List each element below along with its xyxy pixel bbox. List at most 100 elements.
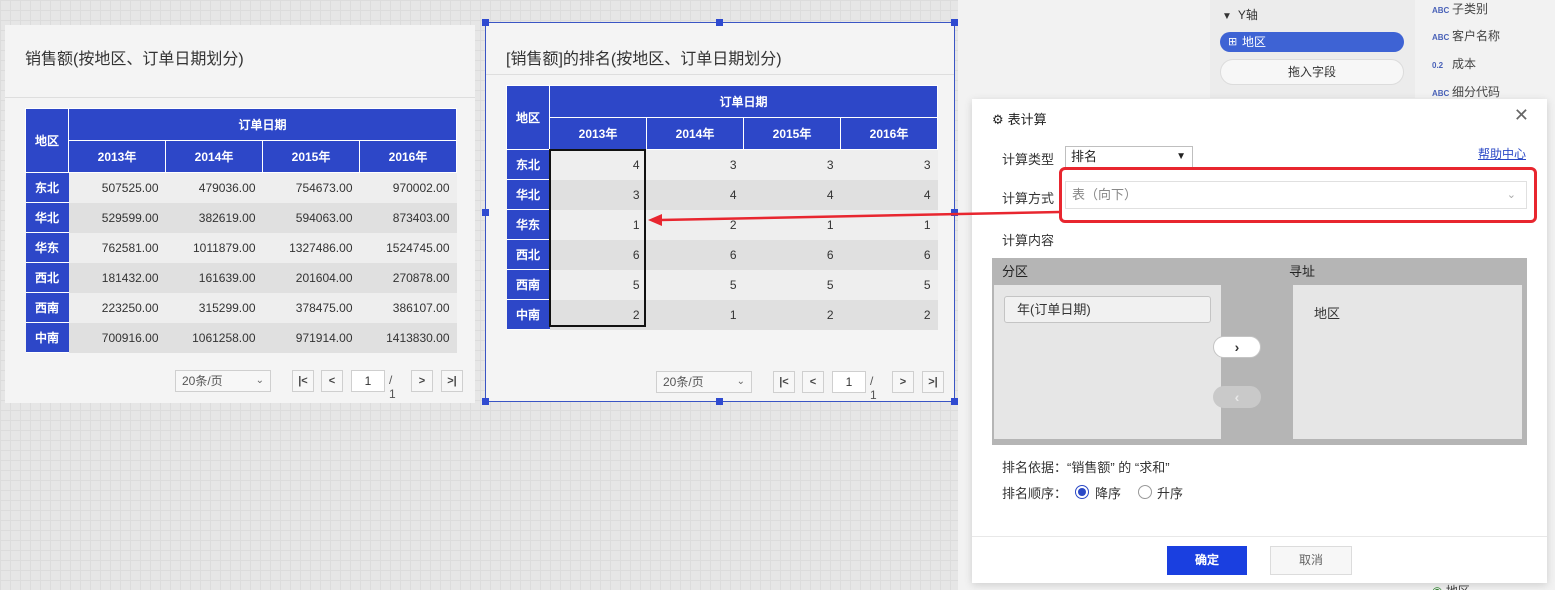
row-header-region[interactable]: 中南 <box>25 322 69 353</box>
row-header-region[interactable]: 西南 <box>25 292 69 323</box>
partition-item[interactable]: 年(订单日期) <box>1004 296 1211 323</box>
resize-handle[interactable] <box>482 398 489 405</box>
table-cell[interactable]: 3 <box>646 149 744 180</box>
next-page-icon[interactable]: > <box>892 371 914 393</box>
table-cell[interactable]: 873403.00 <box>359 202 457 233</box>
resize-handle[interactable] <box>482 19 489 26</box>
drop-field-zone[interactable]: 拖入字段 <box>1220 59 1404 85</box>
field-item[interactable]: ABC 客户名称 <box>1432 27 1500 44</box>
move-right-button[interactable]: › <box>1213 336 1261 358</box>
column-header-year[interactable]: 2016年 <box>840 117 938 150</box>
table-cell[interactable]: 507525.00 <box>68 172 166 203</box>
table-cell[interactable]: 2 <box>743 299 841 330</box>
table-cell[interactable]: 1061258.00 <box>165 322 263 353</box>
row-header-region[interactable]: 华东 <box>506 209 550 240</box>
table-cell[interactable]: 6 <box>840 239 938 270</box>
resize-handle[interactable] <box>951 19 958 26</box>
table-cell[interactable]: 181432.00 <box>68 262 166 293</box>
table-cell[interactable]: 5 <box>743 269 841 300</box>
table-cell[interactable]: 970002.00 <box>359 172 457 203</box>
row-header-region[interactable]: 西南 <box>506 269 550 300</box>
next-page-icon[interactable]: > <box>411 370 433 392</box>
addressing-item[interactable]: 地区 <box>1314 303 1340 322</box>
table-cell[interactable]: 529599.00 <box>68 202 166 233</box>
table-cell[interactable]: 161639.00 <box>165 262 263 293</box>
table-cell[interactable]: 1327486.00 <box>262 232 360 263</box>
table-cell[interactable]: 754673.00 <box>262 172 360 203</box>
table-cell[interactable]: 971914.00 <box>262 322 360 353</box>
row-header-region[interactable]: 西北 <box>506 239 550 270</box>
resize-handle[interactable] <box>951 398 958 405</box>
y-axis-shelf-label[interactable]: ▼ Y轴 <box>1222 6 1258 23</box>
table-cell[interactable]: 3 <box>840 149 938 180</box>
table-cell[interactable]: 2 <box>840 299 938 330</box>
table-cell[interactable]: 270878.00 <box>359 262 457 293</box>
table-cell[interactable]: 2 <box>549 299 647 330</box>
page-size-select[interactable]: 20条/页 ⌄ <box>175 370 271 392</box>
sales-table-widget[interactable]: 销售额(按地区、订单日期划分) 地区 订单日期 2013年 2014年 2015年 2… <box>5 25 475 403</box>
resize-handle[interactable] <box>482 209 489 216</box>
order-asc-label[interactable]: 升序 <box>1157 483 1183 502</box>
table-cell[interactable]: 5 <box>840 269 938 300</box>
row-header-region[interactable]: 东北 <box>506 149 550 180</box>
table-cell[interactable]: 2 <box>646 209 744 240</box>
table-cell[interactable]: 315299.00 <box>165 292 263 323</box>
resize-handle[interactable] <box>716 398 723 405</box>
field-item[interactable]: ◉ 地区 <box>1432 582 1470 590</box>
column-header-year[interactable]: 2014年 <box>165 140 263 173</box>
prev-page-icon[interactable]: < <box>802 371 824 393</box>
row-header-region[interactable]: 东北 <box>25 172 69 203</box>
first-page-icon[interactable]: |< <box>292 370 314 392</box>
calc-type-select[interactable]: 排名 ▼ <box>1065 146 1193 168</box>
table-cell[interactable]: 378475.00 <box>262 292 360 323</box>
row-header-region[interactable]: 华北 <box>506 179 550 210</box>
table-cell[interactable]: 1011879.00 <box>165 232 263 263</box>
table-cell[interactable]: 479036.00 <box>165 172 263 203</box>
table-cell[interactable]: 1524745.00 <box>359 232 457 263</box>
column-header-year[interactable]: 2013年 <box>68 140 166 173</box>
table-cell[interactable]: 762581.00 <box>68 232 166 263</box>
confirm-button[interactable]: 确定 <box>1167 546 1247 575</box>
table-cell[interactable]: 382619.00 <box>165 202 263 233</box>
column-header-year[interactable]: 2016年 <box>359 140 457 173</box>
table-cell[interactable]: 594063.00 <box>262 202 360 233</box>
row-header-region[interactable]: 西北 <box>25 262 69 293</box>
table-cell[interactable]: 5 <box>549 269 647 300</box>
resize-handle[interactable] <box>951 209 958 216</box>
table-cell[interactable]: 201604.00 <box>262 262 360 293</box>
table-cell[interactable]: 4 <box>743 179 841 210</box>
row-header-region[interactable]: 中南 <box>506 299 550 330</box>
last-page-icon[interactable]: >| <box>441 370 463 392</box>
table-cell[interactable]: 6 <box>743 239 841 270</box>
table-cell[interactable]: 5 <box>646 269 744 300</box>
table-cell[interactable]: 6 <box>549 239 647 270</box>
resize-handle[interactable] <box>716 19 723 26</box>
column-header-region[interactable]: 地区 <box>506 85 550 150</box>
table-cell[interactable]: 4 <box>549 149 647 180</box>
help-center-link[interactable]: 帮助中心 <box>1478 145 1526 162</box>
first-page-icon[interactable]: |< <box>773 371 795 393</box>
column-header-order-date[interactable]: 订单日期 <box>68 108 457 141</box>
move-left-button[interactable]: ‹ <box>1213 386 1261 408</box>
order-asc-radio[interactable] <box>1138 485 1152 499</box>
column-header-year[interactable]: 2013年 <box>549 117 647 150</box>
order-desc-label[interactable]: 降序 <box>1095 483 1121 502</box>
addressing-list[interactable]: 地区 <box>1293 285 1522 439</box>
field-item[interactable]: ABC 子类别 <box>1432 0 1488 17</box>
column-header-order-date[interactable]: 订单日期 <box>549 85 938 118</box>
table-cell[interactable]: 4 <box>840 179 938 210</box>
row-header-region[interactable]: 华北 <box>25 202 69 233</box>
page-size-select[interactable]: 20条/页 ⌄ <box>656 371 752 393</box>
rank-table-widget[interactable]: [销售额]的排名(按地区、订单日期划分) 地区 订单日期 2013年 2014年 2… <box>482 19 958 405</box>
row-header-region[interactable]: 华东 <box>25 232 69 263</box>
last-page-icon[interactable]: >| <box>922 371 944 393</box>
close-icon[interactable]: ✕ <box>1514 105 1529 126</box>
order-desc-radio[interactable] <box>1075 485 1089 499</box>
table-cell[interactable]: 1 <box>549 209 647 240</box>
table-cell[interactable]: 223250.00 <box>68 292 166 323</box>
cancel-button[interactable]: 取消 <box>1270 546 1352 575</box>
table-cell[interactable]: 3 <box>743 149 841 180</box>
field-item[interactable]: 0.2 成本 <box>1432 55 1476 72</box>
y-axis-field-pill[interactable]: ⊞ 地区 <box>1220 32 1404 52</box>
table-cell[interactable]: 700916.00 <box>68 322 166 353</box>
